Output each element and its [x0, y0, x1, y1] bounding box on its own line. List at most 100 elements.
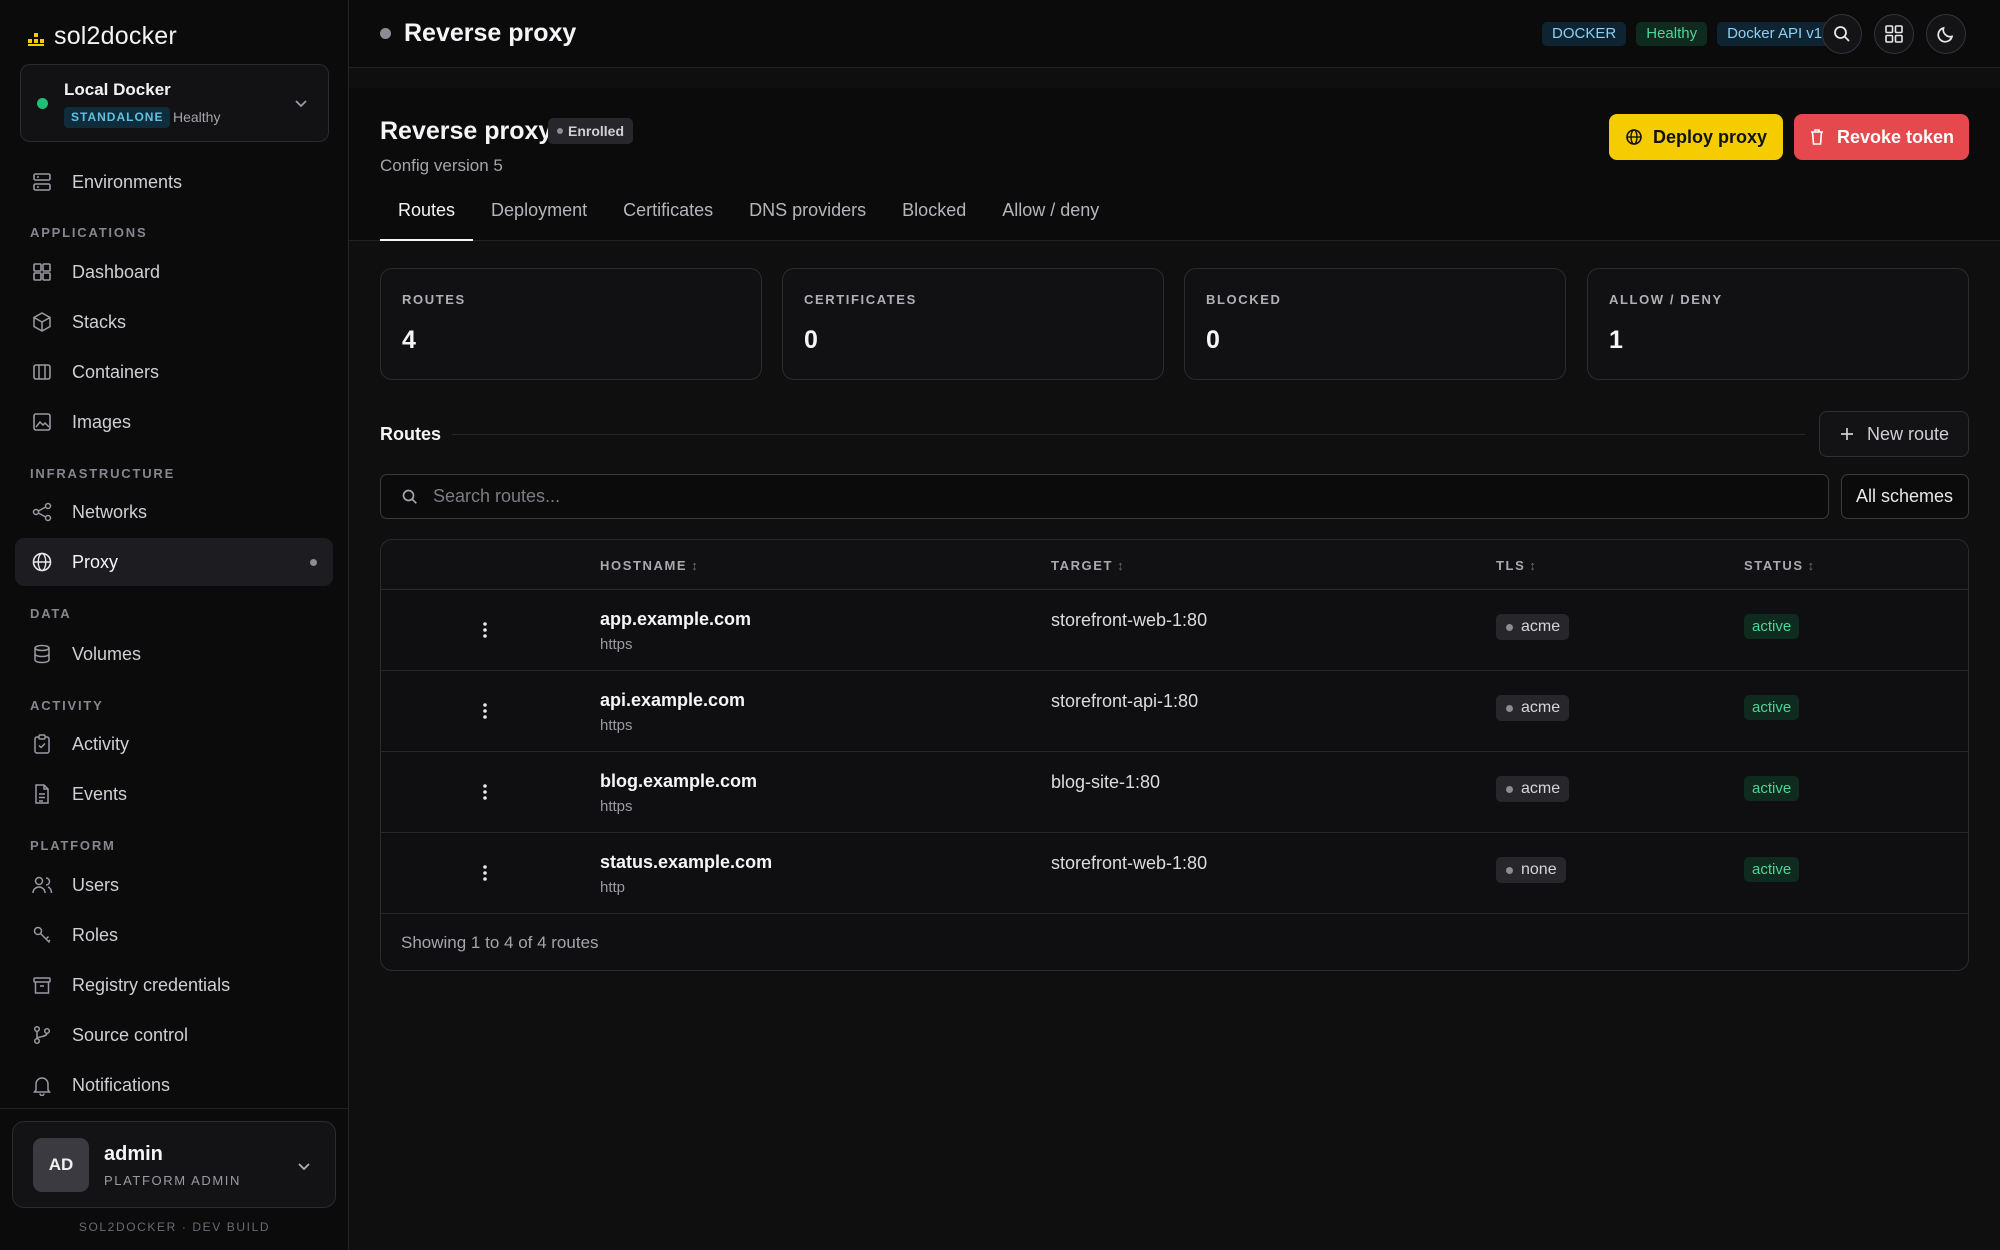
tab-deployment[interactable]: Deployment: [473, 192, 605, 241]
sidebar-item-label: Notifications: [72, 1074, 171, 1095]
table-footer-summary: Showing 1 to 4 of 4 routes: [401, 933, 599, 952]
sidebar-item-source-control[interactable]: Source control: [15, 1011, 333, 1059]
kebab-icon: [483, 784, 487, 800]
row-actions-button[interactable]: [473, 855, 497, 891]
status-badge: active: [1744, 857, 1800, 882]
sidebar-item-events[interactable]: Events: [15, 770, 333, 818]
globe-icon: [31, 551, 53, 573]
sidebar: sol2docker Local Docker STANDALONE Healt…: [0, 0, 349, 1250]
sidebar-item-label: Dashboard: [72, 261, 161, 282]
scheme-filter-select[interactable]: All schemes: [1841, 474, 1969, 519]
route-hostname[interactable]: blog.example.com: [600, 771, 757, 792]
sort-icon: ↕: [1529, 558, 1536, 573]
column-status[interactable]: STATUS ↕: [1744, 558, 1814, 573]
tab-certificates[interactable]: Certificates: [605, 192, 731, 241]
sort-icon: ↕: [1807, 558, 1815, 573]
row-actions-button[interactable]: [473, 693, 497, 729]
clipboard-check-icon: [31, 733, 53, 755]
health-badge: Healthy: [1636, 22, 1708, 46]
sidebar-item-activity[interactable]: Activity: [15, 720, 333, 768]
environment-health: Healthy: [173, 109, 221, 125]
sidebar-item-label: Source control: [72, 1024, 189, 1045]
row-actions-button[interactable]: [473, 774, 497, 810]
column-target[interactable]: TARGET ↕: [1051, 558, 1124, 573]
route-hostname[interactable]: status.example.com: [600, 852, 772, 873]
table-row[interactable]: api.example.com https storefront-api-1:8…: [381, 671, 1968, 752]
moon-icon: [1937, 26, 1954, 43]
tab-bar: Routes Deployment Certificates DNS provi…: [380, 192, 1117, 241]
topbar-status-pills: DOCKER Healthy Docker API v1.53: [1542, 22, 1853, 46]
environment-status-dot: [37, 98, 48, 109]
sidebar-item-registry-credentials[interactable]: Registry credentials: [15, 961, 333, 1009]
revoke-token-button[interactable]: Revoke token: [1794, 114, 1969, 160]
deploy-proxy-button[interactable]: Deploy proxy: [1609, 114, 1783, 160]
routes-table: HOSTNAME ↕ TARGET ↕ TLS ↕ STATUS ↕ app.examp…: [380, 539, 1969, 971]
sidebar-item-volumes[interactable]: Volumes: [15, 630, 333, 678]
section-title: Routes: [380, 424, 442, 444]
stat-value: 4: [402, 326, 416, 354]
sidebar-item-dashboard[interactable]: Dashboard: [15, 248, 333, 296]
brand[interactable]: sol2docker: [26, 22, 177, 51]
table-row[interactable]: blog.example.com https blog-site-1:80 ac…: [381, 752, 1968, 833]
search-icon: [402, 489, 417, 504]
page-header: Reverse proxy Enrolled Config version 5 …: [349, 88, 2000, 241]
sidebar-item-environments[interactable]: Environments: [15, 158, 333, 206]
route-scheme: http: [600, 879, 626, 896]
route-hostname[interactable]: app.example.com: [600, 609, 751, 630]
environment-switcher[interactable]: Local Docker STANDALONE Healthy: [20, 64, 329, 142]
topbar: Reverse proxy DOCKER Healthy Docker API …: [349, 0, 2000, 68]
git-branch-icon: [31, 1024, 53, 1046]
tab-dns-providers[interactable]: DNS providers: [731, 192, 884, 241]
tab-routes[interactable]: Routes: [380, 192, 474, 241]
route-scheme: https: [600, 798, 633, 815]
row-actions-button[interactable]: [473, 612, 497, 648]
nav-section-activity: ACTIVITY: [30, 698, 104, 713]
sidebar-item-containers[interactable]: Containers: [15, 348, 333, 396]
tab-blocked[interactable]: Blocked: [884, 192, 984, 241]
status-dot: [380, 28, 391, 39]
sidebar-item-images[interactable]: Images: [15, 398, 333, 446]
route-hostname[interactable]: api.example.com: [600, 690, 745, 711]
table-row[interactable]: app.example.com https storefront-web-1:8…: [381, 590, 1968, 671]
sidebar-item-label: Events: [72, 783, 128, 804]
apps-button[interactable]: [1874, 14, 1914, 54]
globe-icon: [1626, 129, 1642, 145]
sort-icon: ↕: [691, 558, 698, 573]
sidebar-item-proxy[interactable]: Proxy: [15, 538, 333, 586]
theme-toggle-button[interactable]: [1926, 14, 1966, 54]
sidebar-item-label: Registry credentials: [72, 974, 231, 995]
route-target: blog-site-1:80: [1051, 772, 1161, 792]
search-input[interactable]: [433, 486, 1813, 507]
user-menu[interactable]: AD admin PLATFORM ADMIN: [12, 1121, 336, 1208]
environment-name: Local Docker: [64, 80, 171, 99]
image-icon: [31, 411, 53, 433]
brand-logo-icon: [28, 32, 44, 46]
new-route-button[interactable]: New route: [1819, 411, 1969, 457]
network-icon: [31, 501, 53, 523]
engine-badge: DOCKER: [1542, 22, 1627, 46]
new-route-label: New route: [1866, 423, 1950, 444]
sidebar-item-notifications[interactable]: Notifications: [15, 1061, 333, 1109]
key-icon: [31, 924, 53, 946]
sidebar-item-stacks[interactable]: Stacks: [15, 298, 333, 346]
sidebar-item-label: Stacks: [72, 311, 127, 332]
table-row[interactable]: status.example.com http storefront-web-1…: [381, 833, 1968, 914]
nav-section-platform: PLATFORM: [30, 838, 116, 853]
section-divider: [452, 434, 1805, 435]
search-button[interactable]: [1822, 14, 1862, 54]
sidebar-item-label: Containers: [72, 361, 160, 382]
sidebar-item-users[interactable]: Users: [15, 861, 333, 909]
tls-badge: acme: [1496, 776, 1570, 802]
column-tls[interactable]: TLS ↕: [1496, 558, 1536, 573]
stat-label: BLOCKED: [1206, 292, 1282, 307]
tab-allow-deny[interactable]: Allow / deny: [984, 192, 1117, 241]
kebab-icon: [483, 703, 487, 719]
users-icon: [31, 874, 53, 896]
build-label: SOL2DOCKER · DEV BUILD: [78, 1220, 271, 1234]
column-hostname[interactable]: HOSTNAME ↕: [600, 558, 698, 573]
sidebar-divider: [0, 1108, 349, 1109]
sidebar-item-networks[interactable]: Networks: [15, 488, 333, 536]
sidebar-item-roles[interactable]: Roles: [15, 911, 333, 959]
route-target: storefront-web-1:80: [1051, 853, 1208, 873]
brand-name: sol2docker: [54, 22, 177, 50]
